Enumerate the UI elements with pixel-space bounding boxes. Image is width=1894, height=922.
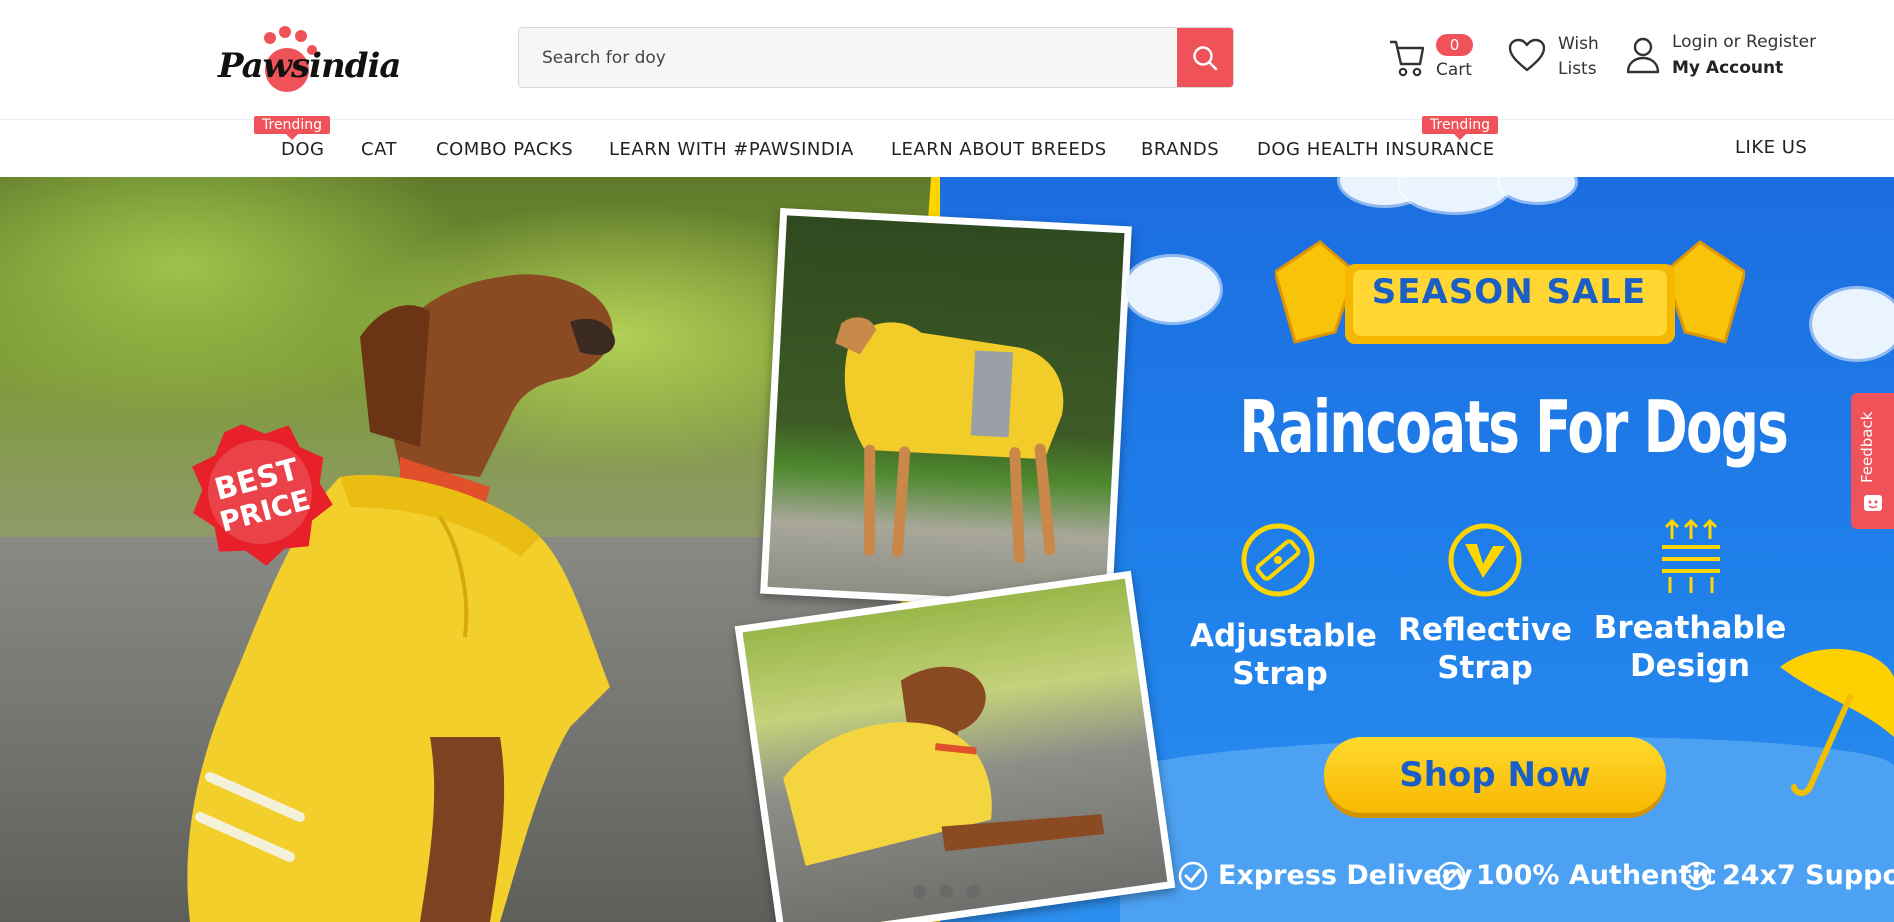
- carousel-dot-3[interactable]: [967, 885, 980, 898]
- user-icon: [1626, 37, 1660, 74]
- check-circle-icon: [1178, 861, 1208, 890]
- check-circle-icon: [1682, 861, 1712, 890]
- check-circle-icon: [1436, 861, 1466, 890]
- nav-item-learn-about-breeds[interactable]: LEARN ABOUT BREEDS: [891, 139, 1107, 160]
- my-account-link[interactable]: My Account: [1672, 58, 1783, 78]
- nav-item-like-us[interactable]: LIKE US: [1735, 137, 1807, 158]
- carousel-dot-1[interactable]: [913, 885, 926, 898]
- login-register-link[interactable]: Login or Register: [1672, 32, 1816, 52]
- dog-in-raincoat-image: [187, 274, 615, 922]
- search-input[interactable]: [519, 28, 1179, 87]
- trust-label: 24x7 Support: [1722, 860, 1894, 891]
- hero-banner[interactable]: BEST PRICE SEASON SALE Raincoats For Dog…: [0, 177, 1894, 922]
- nav-item-dog[interactable]: DOG: [281, 139, 324, 160]
- brand-name: Pawsindia: [218, 46, 401, 86]
- nav-item-combo-packs[interactable]: COMBO PACKS: [436, 139, 573, 160]
- carousel-dots: [913, 885, 980, 898]
- cloud-decoration: [1125, 257, 1220, 322]
- trust-label: Express Delivery: [1218, 860, 1473, 891]
- breathable-icon: [1662, 518, 1720, 593]
- nav-item-dog-health-insurance[interactable]: DOG HEALTH INSURANCE: [1257, 139, 1495, 160]
- trust-express-delivery: Express Delivery: [1178, 860, 1472, 891]
- feedback-label: Feedback: [1858, 411, 1876, 483]
- product-photo-lying: [734, 570, 1176, 922]
- product-photo-standing: [760, 208, 1132, 612]
- cloud-decoration: [1812, 289, 1894, 359]
- wishlist-label-line2: Lists: [1558, 59, 1597, 79]
- best-price-sticker: BEST PRICE: [192, 424, 333, 566]
- cart-count-badge: 0: [1436, 34, 1473, 56]
- nav-item-cat[interactable]: CAT: [361, 139, 397, 160]
- feature-reflective-strap: Reflective Strap: [1395, 611, 1575, 687]
- wishlist-label-line1: Wish: [1558, 34, 1599, 54]
- nav-item-learn-with-pawsindia[interactable]: LEARN WITH #PAWSINDIA: [609, 139, 854, 160]
- feature-line2: Strap: [1437, 650, 1533, 686]
- strap-icon: [1241, 523, 1315, 597]
- search-bar: [518, 27, 1234, 88]
- season-sale-title: SEASON SALE: [1371, 272, 1647, 312]
- cart-button[interactable]: 0 Cart: [1388, 30, 1478, 86]
- search-icon: [1193, 45, 1218, 70]
- trust-24x7-support: 24x7 Support: [1682, 860, 1894, 891]
- search-button[interactable]: [1177, 28, 1233, 87]
- heart-icon: [1508, 38, 1546, 72]
- trust-label: 100% Authentic: [1476, 860, 1717, 891]
- wishlist-label: Wish Lists: [1558, 32, 1618, 82]
- trending-badge: Trending: [1422, 116, 1498, 140]
- chat-icon: [1864, 495, 1882, 511]
- brand-logo[interactable]: Pawsindia: [218, 20, 401, 94]
- feature-line1: Adjustable: [1190, 618, 1377, 654]
- feature-line1: Reflective: [1398, 612, 1572, 648]
- feature-adjustable-strap: Adjustable Strap: [1190, 617, 1377, 693]
- standing-dog-image: [835, 317, 1064, 564]
- umbrella-icon: [1780, 648, 1894, 796]
- banner-headline: Raincoats For Dogs: [1239, 385, 1789, 469]
- lying-dog-image: [783, 666, 1105, 866]
- carousel-dot-2[interactable]: [940, 885, 953, 898]
- reflective-icon: [1448, 523, 1522, 597]
- main-navigation: Trending DOG CAT COMBO PACKS LEARN WITH …: [0, 116, 1894, 177]
- feedback-tab[interactable]: Feedback: [1851, 393, 1894, 529]
- trust-100-authentic: 100% Authentic: [1436, 860, 1717, 891]
- wishlist-button[interactable]: Wish Lists: [1508, 30, 1608, 86]
- cart-icon: [1390, 40, 1425, 77]
- trending-badge: Trending: [254, 116, 330, 140]
- account-button[interactable]: Login or Register My Account: [1626, 30, 1826, 86]
- site-header: Pawsindia 0 Cart Wish Lists: [0, 0, 1894, 120]
- cart-label: Cart: [1436, 60, 1472, 80]
- feature-line2: Strap: [1232, 656, 1328, 692]
- shop-now-button[interactable]: Shop Now: [1324, 737, 1666, 813]
- nav-item-brands[interactable]: BRANDS: [1141, 139, 1219, 160]
